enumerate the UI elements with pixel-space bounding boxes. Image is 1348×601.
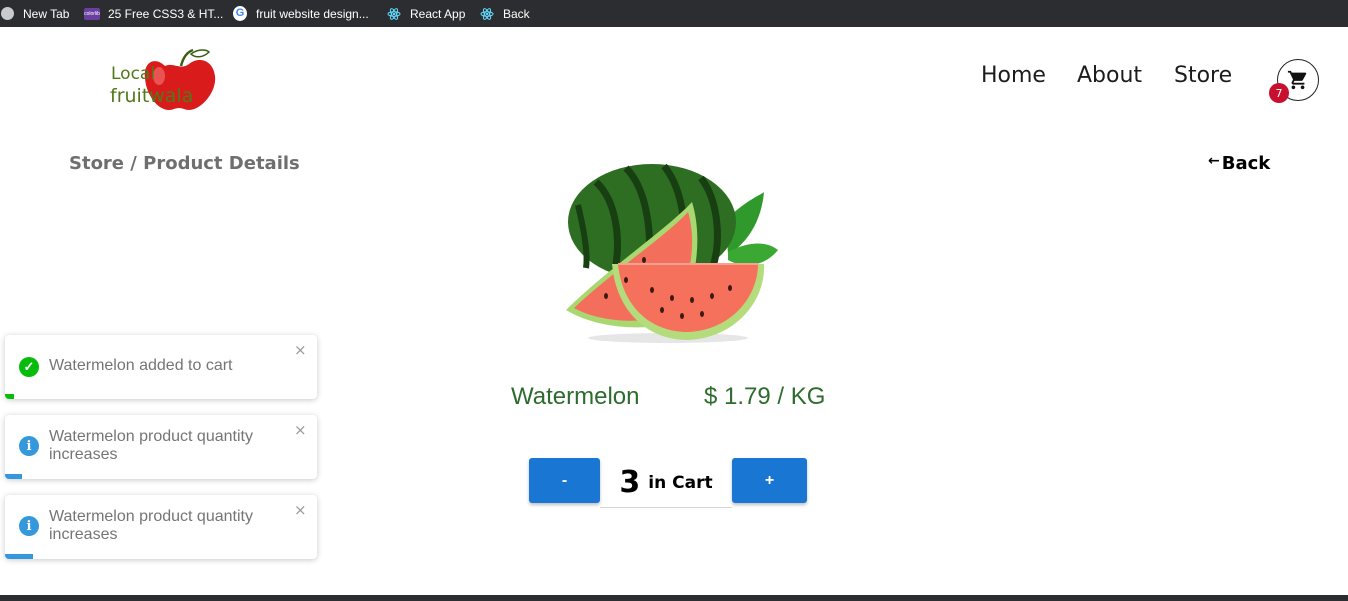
logo-text-line1: Local [111, 64, 156, 84]
bookmark-fruit-design[interactable]: G fruit website design... [233, 0, 369, 27]
toast-progress-bar [5, 554, 34, 559]
bookmark-label: 25 Free CSS3 & HT... [108, 6, 224, 21]
react-icon [387, 7, 401, 21]
nav-store[interactable]: Store [1174, 63, 1232, 88]
bookmark-label: New Tab [23, 6, 70, 21]
bottom-bar [0, 595, 1348, 601]
bookmark-new-tab[interactable]: New Tab [0, 0, 69, 27]
nav-home[interactable]: Home [981, 63, 1046, 88]
bookmark-react-app[interactable]: React App [387, 0, 465, 27]
logo-text-line2: fruitwala [110, 85, 194, 107]
site-logo[interactable]: Local fruitwala [107, 46, 219, 116]
bookmark-css3[interactable]: colorlib 25 Free CSS3 & HT... [84, 0, 224, 27]
back-link[interactable]: ← Back [1208, 152, 1271, 175]
bookmark-back[interactable]: Back [480, 0, 530, 27]
product-image [556, 160, 782, 346]
check-circle-icon: ✓ [19, 357, 39, 377]
close-icon[interactable]: × [294, 341, 307, 359]
colorlib-icon: colorlib [84, 7, 100, 21]
google-icon: G [233, 6, 247, 21]
bookmark-label: React App [410, 6, 466, 21]
toast-message: Watermelon product quantity increases [49, 508, 253, 543]
toast-progress-bar [5, 474, 23, 479]
arrow-left-icon: ← [1208, 152, 1220, 169]
bookmark-label: fruit website design... [256, 6, 369, 21]
bookmark-label: Back [503, 6, 530, 21]
breadcrumb: Store / Product Details [69, 153, 300, 174]
decrease-quantity-button[interactable]: - [529, 458, 600, 503]
increase-quantity-button[interactable]: + [732, 458, 807, 503]
bookmarks-bar: New Tab colorlib 25 Free CSS3 & HT... G … [0, 0, 1348, 27]
shopping-cart-icon [1287, 70, 1307, 90]
product-price: $ 1.79 / KG [704, 383, 826, 410]
toast-message: Watermelon product quantity increases [49, 428, 253, 463]
close-icon[interactable]: × [294, 421, 307, 439]
product-name: Watermelon [511, 383, 640, 410]
quantity-display: 3 in Cart [600, 458, 732, 508]
react-icon [480, 7, 494, 21]
quantity-label: in Cart [648, 472, 713, 493]
toast-notification[interactable]: ✓ Watermelon added to cart × [5, 335, 317, 399]
toast-message: Watermelon added to cart [49, 357, 233, 374]
info-icon: i [19, 436, 39, 456]
close-icon[interactable]: × [294, 501, 307, 519]
back-label: Back [1221, 153, 1271, 174]
toast-notification[interactable]: i Watermelon product quantity increases … [5, 495, 317, 559]
toast-progress-bar [5, 394, 15, 399]
cart-count-badge: 7 [1269, 83, 1289, 103]
toast-notification[interactable]: i Watermelon product quantity increases … [5, 415, 317, 479]
globe-icon [0, 7, 14, 21]
nav-about[interactable]: About [1077, 63, 1142, 88]
info-icon: i [19, 516, 39, 536]
quantity-value: 3 [619, 465, 641, 500]
